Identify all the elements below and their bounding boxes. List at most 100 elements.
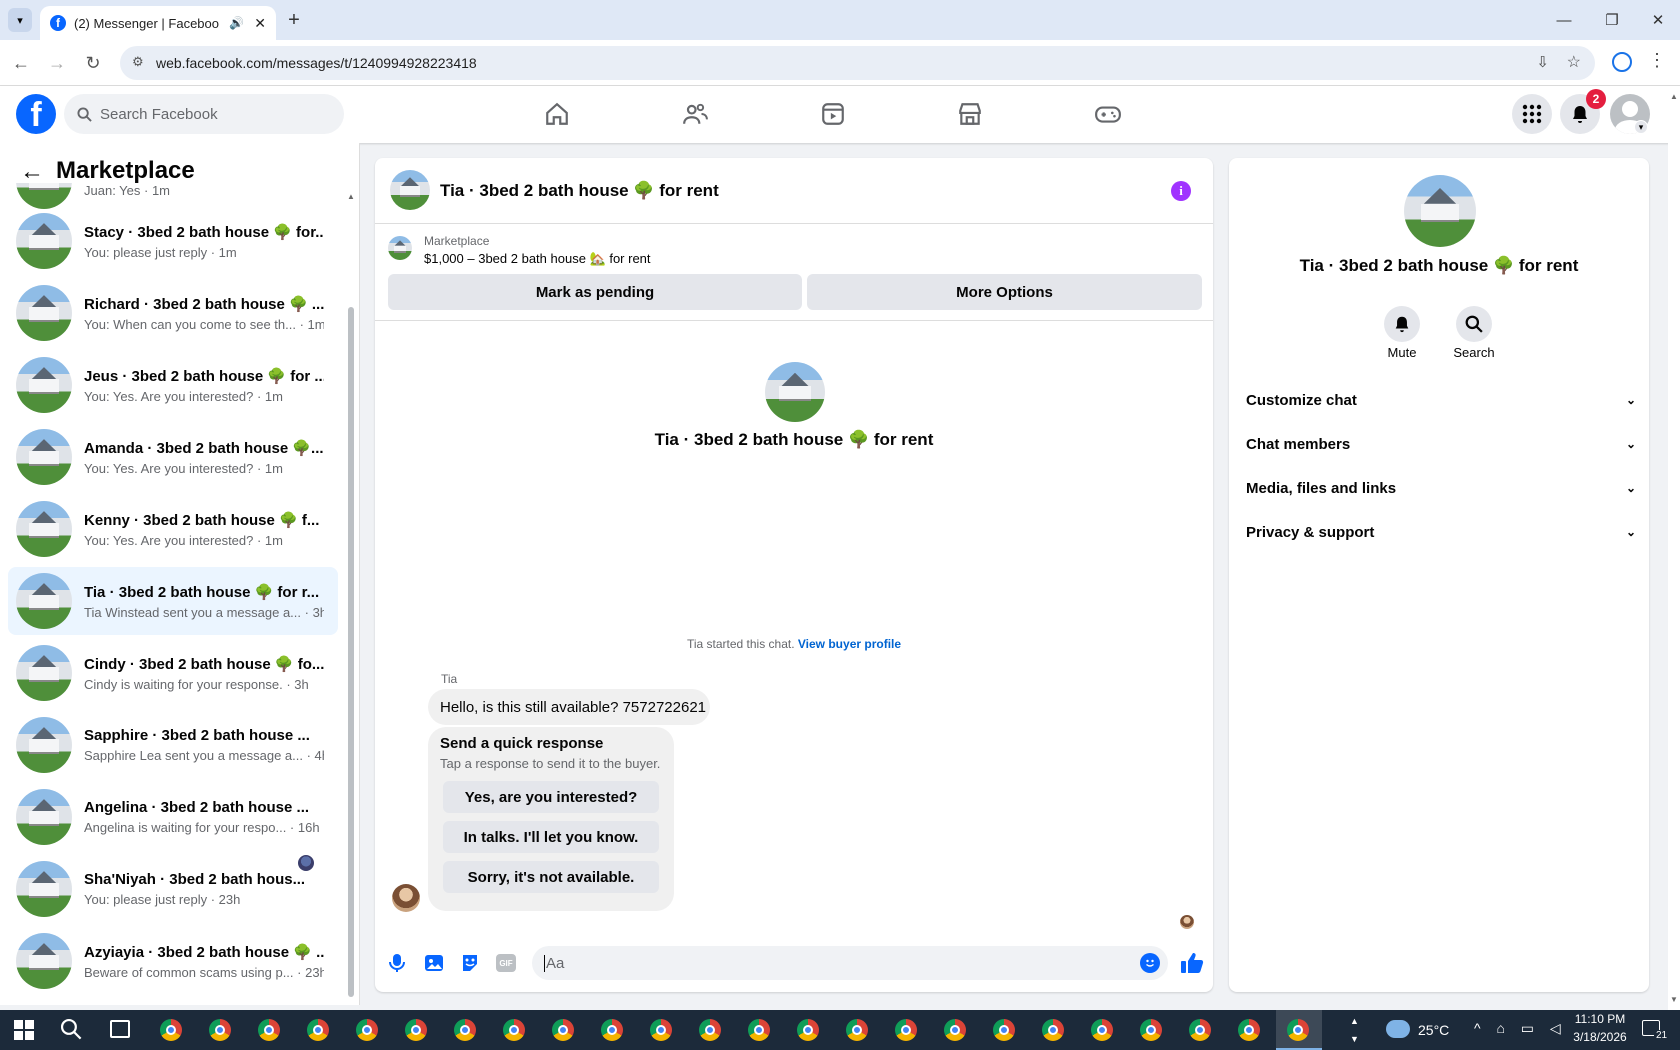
chrome-taskbar-icon[interactable] bbox=[307, 1019, 329, 1041]
chrome-taskbar-icon[interactable] bbox=[160, 1019, 182, 1041]
clock-date[interactable]: 3/18/2026 bbox=[1566, 1030, 1634, 1044]
page-scrollbar[interactable]: ▲ ▼ bbox=[1668, 86, 1680, 1010]
close-tab-icon[interactable]: ✕ bbox=[254, 15, 266, 32]
center-title: Tia · 3bed 2 bath house 🌳 for rent bbox=[654, 430, 934, 449]
chrome-taskbar-icon[interactable] bbox=[405, 1019, 427, 1041]
chrome-taskbar-icon[interactable] bbox=[258, 1019, 280, 1041]
reload-icon[interactable]: ↻ bbox=[80, 50, 106, 76]
chat-header-avatar[interactable] bbox=[390, 170, 430, 210]
conversation-item[interactable]: Richard · 3bed 2 bath house 🌳 ... You: Wh… bbox=[8, 279, 338, 347]
install-app-icon[interactable]: ⇩ bbox=[1536, 53, 1549, 71]
facebook-logo[interactable]: f bbox=[16, 94, 56, 134]
conversation-item[interactable]: Sha'Niyah · 3bed 2 bath hous... You: plea… bbox=[8, 855, 338, 923]
conversation-item[interactable]: Kenny · 3bed 2 bath house 🌳 f... You: Yes… bbox=[8, 495, 338, 563]
account-chevron-icon[interactable]: ▾ bbox=[1634, 120, 1648, 134]
bookmark-star-icon[interactable]: ☆ bbox=[1567, 52, 1581, 72]
taskbar-search-icon[interactable] bbox=[60, 1018, 82, 1045]
clock-time[interactable]: 11:10 PM bbox=[1570, 1012, 1630, 1026]
chrome-taskbar-icon[interactable] bbox=[1140, 1019, 1162, 1041]
chrome-taskbar-icon[interactable] bbox=[895, 1019, 917, 1041]
chrome-taskbar-icon[interactable] bbox=[1287, 1019, 1309, 1041]
speaker-icon[interactable]: 🔊 bbox=[229, 16, 244, 30]
quick-reply-button[interactable]: Yes, are you interested? bbox=[443, 781, 659, 813]
chrome-taskbar-icon[interactable] bbox=[552, 1019, 574, 1041]
chrome-taskbar-icon[interactable] bbox=[1042, 1019, 1064, 1041]
chrome-taskbar-icon[interactable] bbox=[1091, 1019, 1113, 1041]
conversation-item[interactable]: Angelina · 3bed 2 bath house ... Angelina… bbox=[8, 783, 338, 851]
conversation-item[interactable]: Azyiayia · 3bed 2 bath house 🌳 ... Beware… bbox=[8, 927, 338, 995]
quick-reply-button[interactable]: In talks. I'll let you know. bbox=[443, 821, 659, 853]
close-window-button[interactable]: ✕ bbox=[1646, 8, 1670, 32]
conversation-item[interactable]: Stacy · 3bed 2 bath house 🌳 for... You: p… bbox=[8, 207, 338, 275]
more-options-button[interactable]: More Options bbox=[807, 274, 1202, 310]
chrome-taskbar-icon[interactable] bbox=[356, 1019, 378, 1041]
info-section-row[interactable]: Privacy & support ⌄ bbox=[1246, 512, 1636, 552]
conversation-item[interactable]: Tia · 3bed 2 bath house 🌳 for r... Tia Wi… bbox=[8, 567, 338, 635]
info-section-row[interactable]: Media, files and links ⌄ bbox=[1246, 468, 1636, 508]
forward-arrow-icon[interactable]: → bbox=[44, 50, 70, 76]
search-conversation-button[interactable] bbox=[1456, 306, 1492, 342]
list-scrollbar[interactable]: ▲ bbox=[347, 192, 355, 998]
system-tray-icons[interactable]: ^ ⌂ ▭ ◁ bbox=[1474, 1020, 1567, 1037]
chrome-taskbar-icon[interactable] bbox=[699, 1019, 721, 1041]
gif-icon[interactable]: GIF bbox=[496, 954, 516, 972]
chrome-taskbar-icon[interactable] bbox=[1238, 1019, 1260, 1041]
windows-start-icon[interactable] bbox=[14, 1020, 34, 1040]
mute-button[interactable] bbox=[1384, 306, 1420, 342]
photo-icon[interactable] bbox=[424, 953, 444, 978]
url-bar[interactable]: ⚙ web.facebook.com/messages/t/1240994928… bbox=[120, 46, 1595, 80]
list-item-partial[interactable]: Juan: Yes · 1m bbox=[16, 183, 336, 209]
info-section-row[interactable]: Chat members ⌄ bbox=[1246, 424, 1636, 464]
message-input[interactable]: Aa bbox=[532, 946, 1168, 980]
friends-nav-icon[interactable] bbox=[675, 96, 715, 132]
chrome-taskbar-icon[interactable] bbox=[748, 1019, 770, 1041]
chrome-taskbar-icon[interactable] bbox=[650, 1019, 672, 1041]
info-icon[interactable]: i bbox=[1171, 181, 1191, 201]
info-section-row[interactable]: Customize chat ⌄ bbox=[1246, 380, 1636, 420]
chrome-taskbar-icon[interactable] bbox=[1189, 1019, 1211, 1041]
conversation-item[interactable]: Sapphire · 3bed 2 bath house ... Sapphire… bbox=[8, 711, 338, 779]
marketplace-nav-icon[interactable] bbox=[950, 96, 990, 132]
conversation-item[interactable]: Jeus · 3bed 2 bath house 🌳 for ... You: Y… bbox=[8, 351, 338, 419]
chrome-taskbar-icon[interactable] bbox=[503, 1019, 525, 1041]
like-thumb-icon[interactable] bbox=[1180, 952, 1204, 979]
chrome-taskbar-icon[interactable] bbox=[993, 1019, 1015, 1041]
sticker-icon[interactable] bbox=[460, 953, 480, 978]
chrome-taskbar-icon[interactable] bbox=[846, 1019, 868, 1041]
back-arrow-icon[interactable]: ← bbox=[8, 50, 34, 76]
conversation-preview: You: Yes. Are you interested? · 1m bbox=[84, 532, 283, 548]
chrome-taskbar-icon[interactable] bbox=[601, 1019, 623, 1041]
chrome-taskbar-icon[interactable] bbox=[454, 1019, 476, 1041]
listing-detail[interactable]: $1,000 – 3bed 2 bath house 🏡 for rent bbox=[424, 251, 651, 267]
minimize-window-button[interactable]: — bbox=[1552, 8, 1576, 32]
emoji-icon[interactable] bbox=[1140, 953, 1160, 973]
listing-thumb[interactable] bbox=[388, 236, 412, 260]
conversation-item[interactable]: Cindy · 3bed 2 bath house 🌳 fo... Cindy i… bbox=[8, 639, 338, 707]
chrome-taskbar-icon[interactable] bbox=[944, 1019, 966, 1041]
weather-icon[interactable] bbox=[1386, 1020, 1410, 1038]
conversation-item[interactable]: Amanda · 3bed 2 bath house 🌳... You: Yes.… bbox=[8, 423, 338, 491]
back-arrow-icon[interactable]: ← bbox=[20, 158, 44, 186]
quick-reply-button[interactable]: Sorry, it's not available. bbox=[443, 861, 659, 893]
mark-as-pending-button[interactable]: Mark as pending bbox=[388, 274, 802, 310]
microphone-icon[interactable] bbox=[388, 953, 406, 978]
home-nav-icon[interactable] bbox=[537, 96, 577, 132]
browser-menu-icon[interactable]: ⋮ bbox=[1648, 50, 1666, 71]
facebook-search-input[interactable]: Search Facebook bbox=[64, 94, 344, 134]
chrome-taskbar-icon[interactable] bbox=[797, 1019, 819, 1041]
browser-tab[interactable]: f (2) Messenger | Facebook 🔊 ✕ bbox=[40, 6, 276, 40]
tab-list-dropdown-button[interactable]: ▾ bbox=[8, 8, 32, 32]
video-nav-icon[interactable] bbox=[813, 96, 853, 132]
chat-header-title[interactable]: Tia · 3bed 2 bath house 🌳 for rent bbox=[440, 181, 719, 201]
restore-window-button[interactable]: ❐ bbox=[1600, 8, 1624, 32]
view-buyer-profile-link[interactable]: View buyer profile bbox=[798, 637, 901, 651]
menu-grid-button[interactable] bbox=[1512, 94, 1552, 134]
chrome-taskbar-icon[interactable] bbox=[209, 1019, 231, 1041]
message-bubble[interactable]: Hello, is this still available? 75727226… bbox=[428, 689, 710, 725]
gaming-nav-icon[interactable] bbox=[1088, 96, 1128, 132]
taskbar-scroll-arrows[interactable]: ▲ ▼ bbox=[1350, 1012, 1359, 1048]
site-info-icon[interactable]: ⚙ bbox=[132, 54, 144, 70]
task-view-icon[interactable] bbox=[110, 1020, 130, 1038]
new-tab-button[interactable]: + bbox=[282, 8, 306, 32]
profile-icon[interactable] bbox=[1612, 52, 1632, 72]
